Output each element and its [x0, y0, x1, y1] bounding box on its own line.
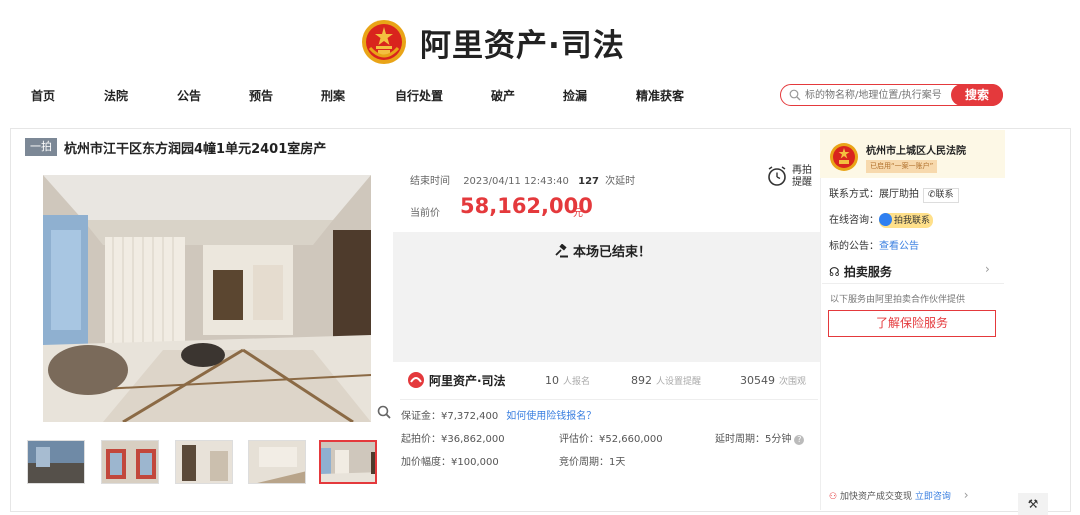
- nav-self-disposal[interactable]: 自行处置: [395, 87, 443, 104]
- thumbnail[interactable]: [27, 440, 85, 484]
- service-title: 拍卖服务: [843, 265, 892, 279]
- stats-brand-name: 阿里资产·司法: [429, 373, 506, 388]
- gavel-icon: [555, 244, 568, 258]
- signup-count: 10: [545, 374, 559, 387]
- nav-precise-customer[interactable]: 精准获客: [636, 87, 684, 104]
- gavel-icon: ⚒: [1027, 497, 1039, 511]
- search-icon: [789, 89, 801, 101]
- divider: [822, 283, 1004, 284]
- nav-bankruptcy[interactable]: 破产: [491, 87, 515, 104]
- nav-criminal[interactable]: 刑案: [321, 87, 345, 104]
- bid-increment: 加价幅度：¥100,000: [401, 457, 499, 468]
- end-time-value: 2023/04/11 12:43:40: [463, 176, 569, 187]
- zoom-icon[interactable]: [377, 405, 391, 419]
- signup-label: 人报名: [563, 377, 591, 387]
- court-emblem-icon: [830, 143, 858, 171]
- end-time-label: 结束时间: [410, 176, 450, 187]
- delay-period: 延时周期：5分钟: [715, 434, 792, 445]
- fast-deal-text: 加快资产成交变现: [839, 492, 912, 502]
- consult-now-link[interactable]: 立即咨询: [915, 492, 951, 502]
- notice-line: 标的公告：查看公告: [829, 237, 919, 252]
- contact-button-label: 联系: [935, 190, 954, 200]
- view-notice-link[interactable]: 查看公告: [879, 241, 919, 252]
- notice-label: 标的公告：: [829, 241, 879, 252]
- ended-label: 本场已结束！: [573, 245, 652, 260]
- deposit-value: 保证金：¥7,372,400: [401, 411, 499, 422]
- auction-round-tag: 一拍: [25, 138, 57, 156]
- online-consult-line: 在线咨询： 拍我联系: [829, 211, 934, 228]
- court-emblem-icon: [362, 20, 406, 64]
- thumbnail[interactable]: [101, 440, 159, 484]
- reminder-stat: 892 人设置提醒: [631, 374, 701, 387]
- fast-deal-line: ⚇ 加快资产成交变现 立即咨询 ›: [829, 488, 969, 502]
- wangwang-button[interactable]: 拍我联系: [879, 213, 934, 228]
- phone-icon: ✆: [928, 190, 936, 200]
- end-time-line: 结束时间 2023/04/11 12:43:40 127 次延时: [410, 172, 635, 187]
- remind-label: 再拍提醒: [792, 165, 812, 188]
- chat-icon: [879, 213, 892, 226]
- view-label: 次围观: [779, 377, 807, 387]
- service-note: 以下服务由阿里拍卖合作伙伴提供: [830, 295, 966, 305]
- headset-icon: ☊: [829, 265, 840, 279]
- start-price: 起拍价：¥36,862,000: [401, 434, 505, 445]
- main-photo[interactable]: [43, 175, 371, 422]
- reminder-count: 892: [631, 374, 652, 387]
- price-unit: 元: [573, 208, 583, 219]
- contact-value: 展厅助拍: [879, 189, 919, 200]
- search-input[interactable]: [805, 86, 953, 104]
- auction-ended-text: 本场已结束！: [555, 241, 651, 260]
- floating-gavel-button[interactable]: ⚒: [1018, 493, 1048, 515]
- view-stat: 30549 次围观: [740, 374, 806, 387]
- bid-period: 竞价周期：1天: [559, 457, 626, 468]
- delay-label: 次延时: [605, 176, 636, 187]
- thumbnail[interactable]: [175, 440, 233, 484]
- contact-button[interactable]: ✆联系: [923, 188, 959, 203]
- nav-preview[interactable]: 预告: [249, 87, 273, 104]
- remind-button[interactable]: 再拍提醒: [766, 165, 816, 195]
- contact-line: 联系方式：展厅助拍 ✆联系: [829, 185, 959, 203]
- auction-service-header[interactable]: ☊ 拍卖服务: [829, 263, 892, 280]
- court-name[interactable]: 杭州市上城区人民法院: [866, 142, 966, 157]
- online-label: 在线咨询：: [829, 215, 879, 226]
- deposit-line: 保证金：¥7,372,400 如何使用险钱报名？: [401, 407, 596, 422]
- estimate-price: 评估价：¥52,660,000: [559, 434, 663, 445]
- nav-home[interactable]: 首页: [31, 87, 55, 104]
- delay-count: 127: [578, 176, 599, 187]
- reminder-label: 人设置提醒: [656, 377, 702, 387]
- stats-brand: 阿里资产·司法: [407, 371, 506, 389]
- view-count: 30549: [740, 374, 775, 387]
- column-divider: [820, 130, 821, 510]
- search-button[interactable]: 搜索: [951, 84, 1003, 106]
- room-interior-image: [43, 175, 371, 422]
- account-badge: 已启用“一案一账户”: [866, 160, 938, 173]
- brand-mini-icon: [408, 372, 424, 388]
- nav-court[interactable]: 法院: [104, 87, 128, 104]
- chevron-right-icon[interactable]: ›: [985, 262, 990, 276]
- deposit-help-link[interactable]: 如何使用险钱报名？: [506, 411, 596, 422]
- chevron-right-icon[interactable]: ›: [964, 488, 969, 502]
- brand-name: 阿里资产·司法: [420, 27, 625, 64]
- contact-label: 联系方式：: [829, 189, 879, 200]
- fast-deal-icon: ⚇: [829, 492, 838, 502]
- nav-notice[interactable]: 公告: [177, 87, 201, 104]
- thumbnail[interactable]: [248, 440, 306, 484]
- item-title: 杭州市江干区东方润园4幢1单元2401室房产: [64, 142, 327, 157]
- divider: [400, 399, 818, 400]
- current-price-label: 当前价: [410, 208, 440, 219]
- help-icon[interactable]: ?: [794, 435, 805, 445]
- nav-bargain[interactable]: 捡漏: [563, 87, 587, 104]
- alarm-clock-icon: [768, 166, 786, 186]
- search-box: 搜索: [780, 84, 1003, 106]
- wangwang-label: 拍我联系: [894, 216, 931, 226]
- thumbnail-selected[interactable]: [319, 440, 377, 484]
- signup-stat: 10 人报名: [545, 374, 590, 387]
- insurance-service-button[interactable]: 了解保险服务: [828, 310, 996, 337]
- brand-logo[interactable]: 阿里资产·司法: [360, 14, 625, 70]
- delay-period-line: 延时周期：5分钟?: [715, 430, 805, 445]
